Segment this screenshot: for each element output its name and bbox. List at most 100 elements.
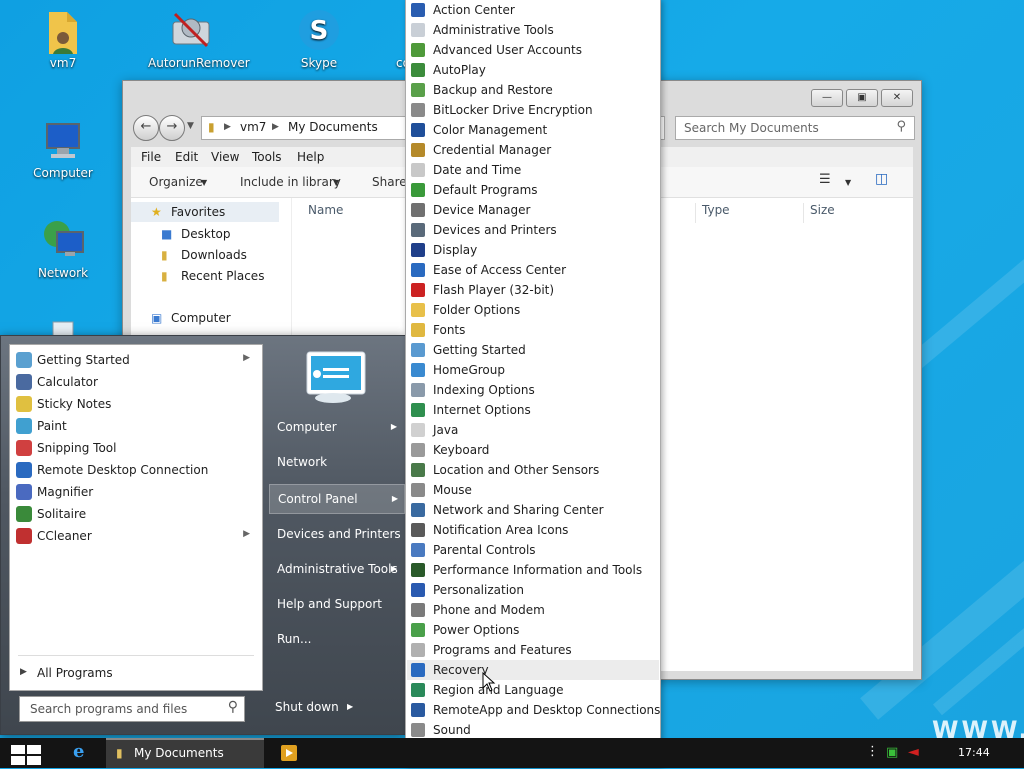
breadcrumb-item[interactable]: My Documents xyxy=(288,120,378,134)
start-program-item[interactable]: Calculator xyxy=(14,371,258,393)
network-status-icon[interactable]: ▣ xyxy=(886,745,898,760)
view-options-icon[interactable]: ☰ xyxy=(819,172,831,187)
control-panel-item[interactable]: Administrative Tools xyxy=(407,20,659,40)
start-right-item[interactable]: Run... xyxy=(269,625,403,653)
control-panel-item[interactable]: Credential Manager xyxy=(407,140,659,160)
maximize-button[interactable]: ▣ xyxy=(846,89,878,107)
recent-pages-dropdown-icon[interactable]: ▼ xyxy=(187,121,194,131)
control-panel-item[interactable]: Folder Options xyxy=(407,300,659,320)
control-panel-item[interactable]: Action Center xyxy=(407,0,659,20)
control-panel-item[interactable]: Indexing Options xyxy=(407,380,659,400)
start-right-item[interactable]: Network xyxy=(269,448,403,476)
chevron-down-icon[interactable]: ▼ xyxy=(845,178,851,187)
control-panel-item[interactable]: Performance Information and Tools xyxy=(407,560,659,580)
control-panel-item[interactable]: Java xyxy=(407,420,659,440)
breadcrumb-item[interactable]: vm7 xyxy=(240,120,266,134)
control-panel-item[interactable]: Keyboard xyxy=(407,440,659,460)
control-panel-item[interactable]: Flash Player (32-bit) xyxy=(407,280,659,300)
start-right-item[interactable]: Devices and Printers xyxy=(269,520,403,548)
all-programs-button[interactable]: ▶ All Programs xyxy=(14,662,258,684)
start-button[interactable] xyxy=(10,744,42,766)
control-panel-item[interactable]: BitLocker Drive Encryption xyxy=(407,100,659,120)
start-right-item[interactable]: Computer ▶ xyxy=(269,413,403,441)
forward-button[interactable]: → xyxy=(159,115,185,141)
user-picture[interactable] xyxy=(303,348,369,404)
control-panel-item[interactable]: AutoPlay xyxy=(407,60,659,80)
control-panel-item[interactable]: Getting Started xyxy=(407,340,659,360)
start-program-item[interactable]: Solitaire xyxy=(14,503,258,525)
desktop-icon-autorunremover[interactable]: AutorunRemover xyxy=(148,8,250,70)
control-panel-item[interactable]: Region and Language xyxy=(407,680,659,700)
control-panel-item[interactable]: Mouse xyxy=(407,480,659,500)
menu-view[interactable]: View xyxy=(211,150,239,164)
search-icon[interactable]: ⚲ xyxy=(228,699,238,715)
desktop-icon-vm7[interactable]: vm7 xyxy=(20,8,106,70)
desktop-icon-network[interactable]: Network xyxy=(20,218,106,280)
column-header-type[interactable]: Type xyxy=(695,203,730,223)
desktop-icon-partial[interactable]: co xyxy=(376,8,406,70)
control-panel-item[interactable]: Network and Sharing Center xyxy=(407,500,659,520)
organize-button[interactable]: Organize xyxy=(149,175,203,189)
desktop-icon-skype[interactable]: S Skype xyxy=(276,8,362,70)
control-panel-item[interactable]: Fonts xyxy=(407,320,659,340)
control-panel-item[interactable]: Sound xyxy=(407,720,659,740)
taskbar-my-documents[interactable]: ▮ My Documents xyxy=(106,738,264,768)
control-panel-item[interactable]: Programs and Features xyxy=(407,640,659,660)
control-panel-item[interactable]: Personalization xyxy=(407,580,659,600)
control-panel-item[interactable]: Location and Other Sensors xyxy=(407,460,659,480)
control-panel-item[interactable]: Recovery xyxy=(407,660,659,680)
start-program-item[interactable]: Getting Started ▶ xyxy=(14,349,258,371)
control-panel-item[interactable]: Notification Area Icons xyxy=(407,520,659,540)
desktop-icon-computer[interactable]: Computer xyxy=(20,118,106,180)
control-panel-item[interactable]: RemoteApp and Desktop Connections xyxy=(407,700,660,720)
search-input[interactable]: Search My Documents ⚲ xyxy=(675,116,915,140)
nav-recent-places[interactable]: ▮ Recent Places xyxy=(131,266,291,286)
control-panel-item[interactable]: Phone and Modem xyxy=(407,600,659,620)
control-panel-item[interactable]: Date and Time xyxy=(407,160,659,180)
control-panel-item[interactable]: Device Manager xyxy=(407,200,659,220)
control-panel-item[interactable]: Advanced User Accounts xyxy=(407,40,659,60)
menu-file[interactable]: File xyxy=(141,150,161,164)
nav-desktop[interactable]: ■ Desktop xyxy=(131,224,291,244)
start-right-item[interactable]: Administrative Tools ▶ xyxy=(269,555,403,583)
include-in-library-button[interactable]: Include in library xyxy=(240,175,341,189)
column-header-size[interactable]: Size xyxy=(803,203,835,223)
start-right-item[interactable]: Control Panel ▶ xyxy=(269,484,405,514)
menu-tools[interactable]: Tools xyxy=(252,150,282,164)
control-panel-item[interactable]: Backup and Restore xyxy=(407,80,659,100)
control-panel-item[interactable]: Internet Options xyxy=(407,400,659,420)
control-panel-item[interactable]: Color Management xyxy=(407,120,659,140)
close-button[interactable]: ✕ xyxy=(881,89,913,107)
start-program-item[interactable]: Magnifier xyxy=(14,481,258,503)
show-hidden-icons-icon[interactable]: ⋮ xyxy=(866,744,879,759)
start-program-item[interactable]: Sticky Notes xyxy=(14,393,258,415)
chevron-right-icon[interactable]: ▶ xyxy=(347,702,353,711)
control-panel-item[interactable]: Display xyxy=(407,240,659,260)
control-panel-item[interactable]: Devices and Printers xyxy=(407,220,659,240)
control-panel-item[interactable]: HomeGroup xyxy=(407,360,659,380)
control-panel-item[interactable]: Power Options xyxy=(407,620,659,640)
start-program-item[interactable]: Remote Desktop Connection xyxy=(14,459,258,481)
back-button[interactable]: ← xyxy=(133,115,159,141)
volume-muted-icon[interactable]: ◄ xyxy=(908,744,919,760)
control-panel-item[interactable]: Ease of Access Center xyxy=(407,260,659,280)
clock[interactable]: 17:44 xyxy=(958,746,990,759)
start-program-item[interactable]: Paint xyxy=(14,415,258,437)
start-right-item[interactable]: Help and Support xyxy=(269,590,403,618)
taskbar-media-player[interactable] xyxy=(278,738,300,768)
start-search-input[interactable]: Search programs and files ⚲ xyxy=(19,696,245,722)
start-program-item[interactable]: Snipping Tool xyxy=(14,437,258,459)
control-panel-item[interactable]: Default Programs xyxy=(407,180,659,200)
control-panel-item[interactable]: Parental Controls xyxy=(407,540,659,560)
menu-help[interactable]: Help xyxy=(297,150,324,164)
start-program-item[interactable]: CCleaner ▶ xyxy=(14,525,258,547)
nav-favorites[interactable]: ★ Favorites xyxy=(131,202,279,222)
minimize-button[interactable]: — xyxy=(811,89,843,107)
preview-pane-icon[interactable]: ◫ xyxy=(875,171,888,187)
shutdown-button[interactable]: Shut down ▶ xyxy=(267,694,361,720)
nav-computer[interactable]: ▣ Computer xyxy=(131,308,291,328)
taskbar-internet-explorer[interactable]: e xyxy=(68,738,98,768)
nav-downloads[interactable]: ▮ Downloads xyxy=(131,245,291,265)
column-header-name[interactable]: Name xyxy=(308,203,343,217)
menu-edit[interactable]: Edit xyxy=(175,150,198,164)
